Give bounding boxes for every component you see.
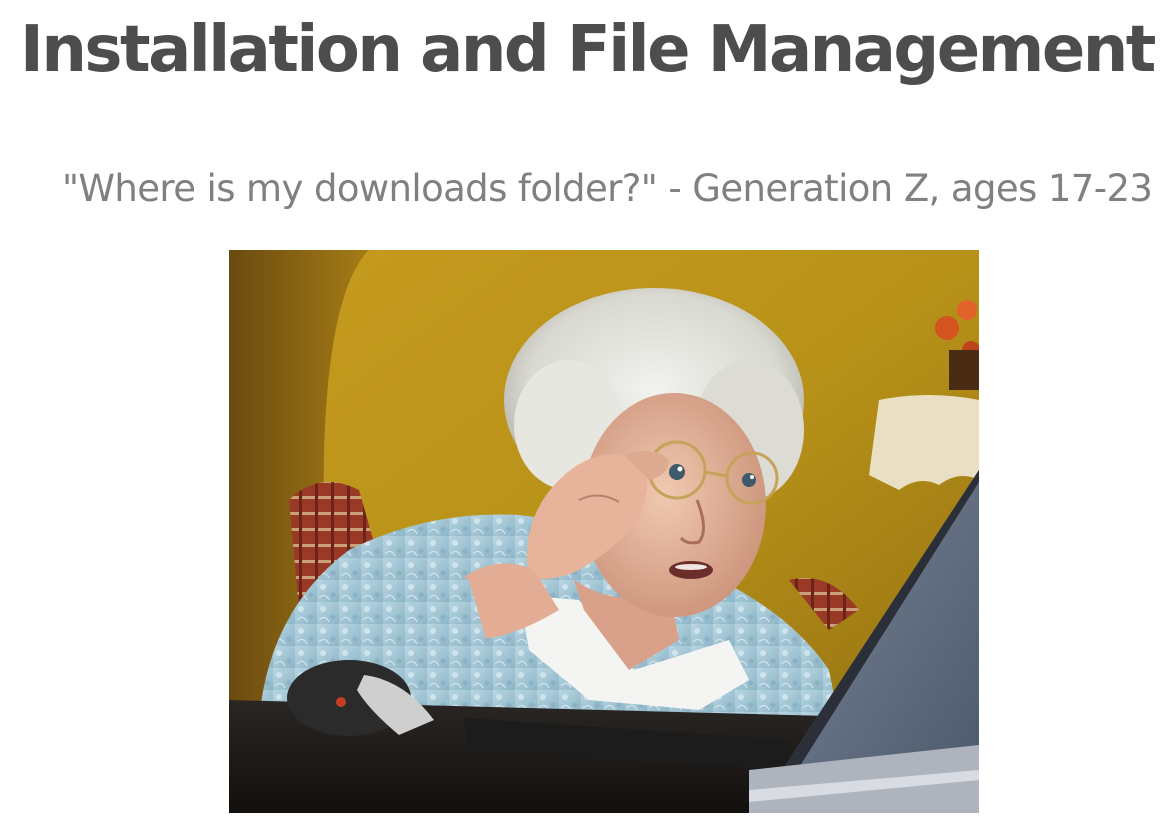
meme-photo-illustration bbox=[229, 250, 979, 813]
meme-photo bbox=[229, 250, 979, 813]
slide-title: Installation and File Management bbox=[20, 13, 1156, 87]
slide-quote: "Where is my downloads folder?" - Genera… bbox=[62, 167, 1153, 210]
